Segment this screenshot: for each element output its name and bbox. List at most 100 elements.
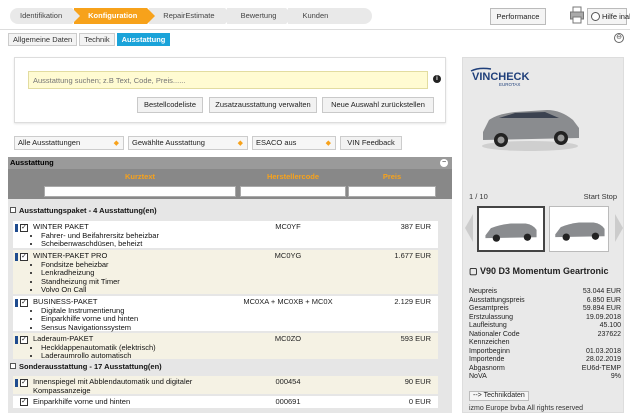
row-item: Sensus Navigationssystem (41, 323, 231, 333)
image-counter: 1 / 10 (469, 192, 488, 201)
thumbnail-2[interactable] (549, 206, 609, 252)
selected-equipment-select[interactable]: Gewählte Ausstattung ◆ (128, 136, 248, 150)
zusatzausstattung-button[interactable]: Zusatzausstattung verwalten (209, 97, 317, 113)
spec-row: Ausstattungspreis 6.850 EUR (469, 297, 621, 306)
row-checkbox[interactable]: ✓ (20, 299, 28, 307)
vehicle-model-label: V90 D3 Momentum Geartronic (480, 266, 609, 276)
row-code: MC0YG (274, 251, 302, 260)
row-checkbox[interactable]: ✓ (20, 379, 28, 387)
row-checkbox[interactable]: ✓ (20, 336, 28, 344)
collapse-icon[interactable]: − (440, 159, 448, 167)
help-radio-icon[interactable] (591, 12, 600, 21)
table-row[interactable]: ✓ Laderaum-PAKET Heckklappenautomatik (e… (13, 333, 438, 360)
thumbnail-1[interactable] (477, 206, 545, 252)
table-row[interactable]: ✓ WINTER PAKET Fahrer- und Beifahrersitz… (13, 221, 438, 249)
column-kurztext[interactable]: Kurztext (44, 171, 236, 183)
esaco-select[interactable]: ESACO aus ◆ (252, 136, 336, 150)
spec-value: 45.100 (599, 322, 621, 329)
row-checkbox[interactable]: ✓ (20, 224, 28, 232)
tab-technik[interactable]: Technik (79, 33, 115, 46)
reset-selection-button[interactable]: Neue Auswahl zurückstellen (322, 97, 434, 113)
spec-row: Importende 28.02.2019 (469, 356, 621, 365)
spec-row: Importbeginn 01.03.2018 (469, 348, 621, 357)
prev-arrow-icon[interactable] (465, 214, 473, 242)
next-arrow-icon[interactable] (615, 214, 623, 242)
esaco-label: ESACO aus (256, 138, 297, 147)
column-herstellercode[interactable]: Herstellercode (240, 171, 346, 183)
row-price: 593 EUR (400, 334, 431, 343)
row-price: 0 EUR (408, 397, 431, 406)
row-indicator (15, 224, 18, 232)
row-checkbox[interactable]: ✓ (20, 253, 28, 261)
vehicle-panel: VINCHECK EUROTAX 1 / 10 Start Stop ▢ V90… (462, 57, 624, 413)
spec-row: Neupreis 53.044 EUR (469, 288, 621, 297)
expand-icon[interactable] (10, 207, 16, 214)
tab-ausstattung[interactable]: Ausstattung (116, 33, 171, 46)
step-repairestimate[interactable]: RepairEstimate (149, 8, 233, 24)
herstellercode-filter-input[interactable] (240, 186, 346, 197)
chevron-down-icon: ◆ (113, 140, 119, 147)
step-konfiguration[interactable]: Konfiguration (74, 8, 156, 24)
equipment-table: Ausstattung − Kurztext Herstellercode Pr… (8, 157, 452, 413)
step-kunden[interactable]: Kunden (288, 8, 373, 24)
printer-icon[interactable] (570, 6, 584, 24)
search-panel: i Bestellcodeliste Zusatzausstattung ver… (14, 57, 446, 123)
row-code: 000691 (275, 397, 301, 406)
info-icon[interactable]: i (433, 75, 441, 83)
row-checkbox[interactable]: ✓ (20, 398, 28, 406)
vehicle-specs: Neupreis 53.044 EUR Ausstattungspreis 6.85… (469, 288, 621, 382)
table-row[interactable]: ✓ BUSINESS-PAKET Digitale Instrumentieru… (13, 296, 438, 332)
equipment-search-input[interactable] (28, 71, 428, 89)
row-code: 000454 (275, 377, 301, 386)
spec-label: Ausstattungspreis (469, 296, 525, 304)
kurztext-filter-input[interactable] (44, 186, 236, 197)
group-header[interactable]: Ausstattungspaket - 4 Ausstattung(en) (8, 205, 452, 217)
row-items: Digitale Instrumentierung Einparkhilfe v… (41, 306, 231, 333)
row-item: Scheibenwaschdüsen, beheizt (41, 239, 231, 249)
process-bar: Identifikation Konfiguration RepairEstim… (0, 0, 630, 30)
group-header[interactable]: Sonderausstattung - 17 Ausstattung(en) (8, 361, 452, 373)
collapse-icon[interactable]: ⊖ (614, 33, 624, 43)
selected-equipment-label: Gewählte Ausstattung (132, 138, 205, 147)
row-price: 90 EUR (404, 377, 431, 386)
logo-subtext: EUROTAX (499, 82, 520, 87)
column-preis[interactable]: Preis (348, 171, 436, 183)
table-row[interactable]: ✓ Innenspiegel mit Abblendautomatik und … (13, 376, 438, 395)
help-toggle[interactable]: Hilfe inaktiv (587, 8, 630, 25)
all-equipment-select[interactable]: Alle Ausstattungen ◆ (14, 136, 124, 150)
row-item: Volvo On Call (41, 285, 231, 295)
spec-label: Importende (469, 356, 505, 363)
performance-button[interactable]: Performance (490, 8, 546, 25)
spec-value: 19.09.2018 (585, 313, 621, 321)
technikdaten-button[interactable]: --> Technikdaten (469, 391, 529, 401)
spec-value: 01.03.2018 (585, 347, 621, 355)
table-title-label: Ausstattung (10, 158, 54, 167)
row-indicator (15, 253, 18, 261)
all-equipment-label: Alle Ausstattungen (18, 138, 81, 147)
tab-allgemeine-daten[interactable]: Allgemeine Daten (8, 33, 78, 46)
slideshow-controls[interactable]: Start Stop (584, 192, 617, 201)
preis-filter-input[interactable] (348, 186, 436, 197)
group-label: Ausstattungspaket - 4 Ausstattung(en) (19, 206, 157, 215)
spec-row: Nationaler Code 237622 (469, 331, 621, 340)
row-code: MC0YF (275, 222, 301, 231)
vin-feedback-button[interactable]: VIN Feedback (340, 136, 402, 150)
row-name: BUSINESS-PAKET Digitale Instrumentierung… (33, 297, 231, 333)
step-bewertung[interactable]: Bewertung (226, 8, 295, 24)
spec-value: 28.02.2019 (585, 356, 621, 363)
row-price: 1.677 EUR (394, 251, 431, 260)
step-identifikation[interactable]: Identifikation (10, 8, 81, 24)
chevron-down-icon: ◆ (237, 140, 243, 147)
row-name: Einparkhilfe vorne und hinten (33, 397, 231, 407)
row-item: Laderaumrollo automatisch (41, 351, 231, 361)
spec-value: 237622 (597, 330, 621, 338)
table-row[interactable]: ✓ WINTER-PAKET PRO Fondsitze beheizbar L… (13, 250, 438, 295)
vehicle-model: ▢ V90 D3 Momentum Geartronic (469, 266, 619, 276)
expand-icon[interactable] (10, 363, 16, 370)
row-title: Einparkhilfe vorne und hinten (33, 397, 131, 406)
table-row[interactable]: ✓ Einparkhilfe vorne und hinten 000691 0… (13, 396, 438, 409)
help-label: Hilfe inaktiv (602, 12, 630, 21)
row-items: Fondsitze beheizbar Lenkradheizung Stand… (41, 260, 231, 295)
bestellcodeliste-button[interactable]: Bestellcodeliste (137, 97, 203, 113)
row-name: WINTER PAKET Fahrer- und Beifahrersitz b… (33, 222, 231, 249)
